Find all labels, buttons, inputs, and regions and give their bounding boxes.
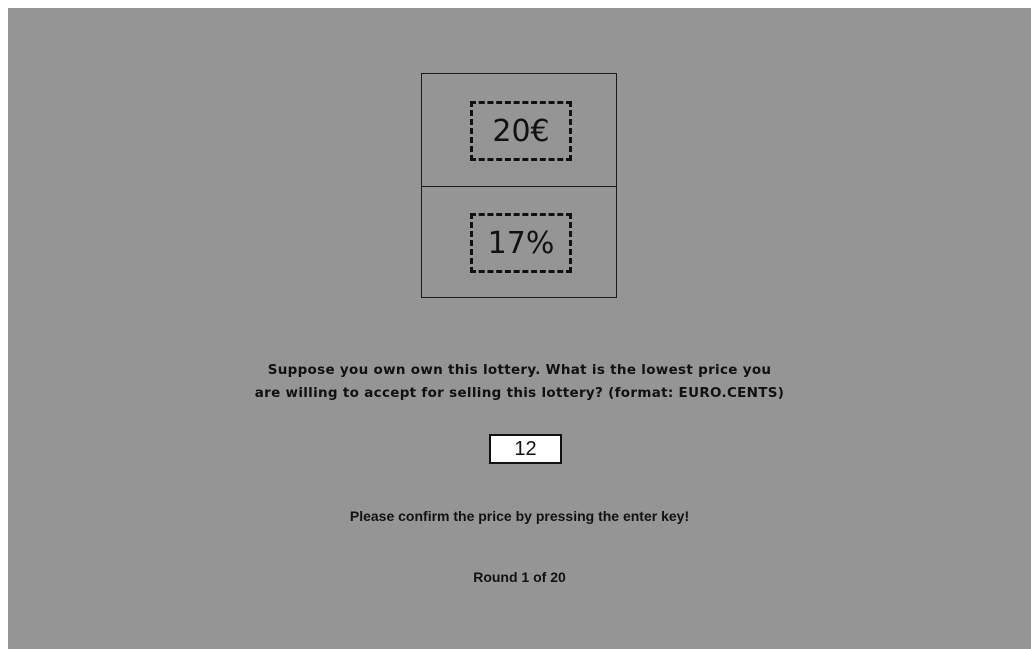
lottery-probability-value: 17%	[470, 213, 572, 273]
price-input[interactable]	[489, 434, 562, 464]
lottery-box: 20€ 17%	[421, 73, 617, 298]
experiment-screen: 20€ 17% Suppose you own own this lottery…	[8, 8, 1031, 649]
question-line-2: are willing to accept for selling this l…	[254, 385, 785, 401]
round-indicator: Round 1 of 20	[473, 569, 566, 585]
lottery-prize-cell: 20€	[422, 74, 616, 187]
confirm-instruction: Please confirm the price by pressing the…	[349, 508, 690, 524]
question-line-1: Suppose you own own this lottery. What i…	[267, 362, 772, 378]
lottery-probability-cell: 17%	[422, 186, 616, 297]
lottery-prize-value: 20€	[470, 101, 572, 161]
